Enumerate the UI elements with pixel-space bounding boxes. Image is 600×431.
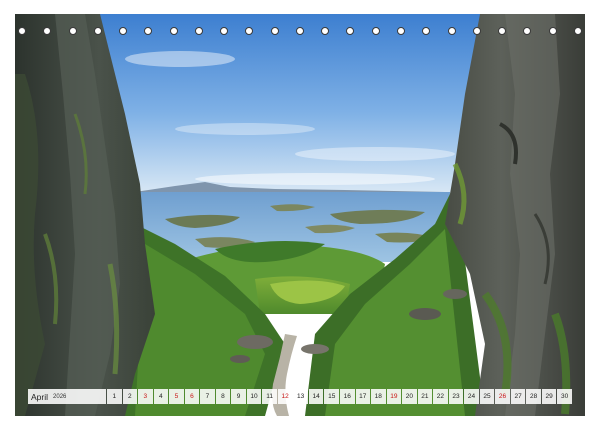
binding-ring — [295, 27, 304, 35]
day-cell: 7 — [200, 389, 215, 404]
binding-ring — [548, 27, 557, 35]
landscape-illustration — [15, 14, 585, 416]
day-cell: 5 — [169, 389, 184, 404]
day-cell: 27 — [510, 389, 526, 404]
day-cell: 14 — [308, 389, 324, 404]
binding-ring — [396, 27, 405, 35]
day-cell: 11 — [262, 389, 277, 404]
binding-ring — [346, 27, 355, 35]
month-name: April — [31, 391, 49, 402]
day-cell: 8 — [215, 389, 231, 404]
binding-ring — [194, 27, 203, 35]
binding-ring — [18, 27, 26, 35]
binding-ring — [321, 27, 330, 35]
day-cell: 3 — [138, 389, 153, 404]
binding-ring — [220, 27, 229, 35]
day-cell: 6 — [184, 389, 200, 404]
binding-ring — [523, 27, 532, 35]
calendar-page: April 2026 1 2 3 4 5 6 7 8 9 10 11 12 13 14 15 16 17 18 19… — [0, 0, 600, 431]
binding-ring — [472, 27, 481, 35]
day-cell: 10 — [246, 389, 262, 404]
day-cell: 21 — [417, 389, 433, 404]
month-label-cell: April 2026 — [28, 389, 106, 404]
binding-ring — [245, 27, 254, 35]
day-cell: 15 — [324, 389, 339, 404]
binding-ring — [169, 27, 178, 35]
binding-ring — [573, 27, 582, 35]
day-cell: 1 — [107, 389, 122, 404]
day-cell: 28 — [526, 389, 541, 404]
binding-ring — [422, 27, 431, 35]
binding-ring — [371, 27, 380, 35]
day-cell: 30 — [557, 389, 572, 404]
binding-ring — [144, 27, 153, 35]
calendar-strip: April 2026 1 2 3 4 5 6 7 8 9 10 11 12 13 14 15 16 17 18 19… — [28, 389, 572, 404]
day-cell: 2 — [122, 389, 138, 404]
binding-ring — [447, 27, 456, 35]
day-cell: 9 — [231, 389, 246, 404]
spiral-binding — [18, 24, 582, 38]
day-cell: 26 — [495, 389, 510, 404]
day-cell: 29 — [541, 389, 557, 404]
binding-ring — [270, 27, 279, 35]
day-cell: 22 — [433, 389, 448, 404]
day-cell: 16 — [339, 389, 355, 404]
binding-ring — [43, 27, 52, 35]
day-cell: 19 — [386, 389, 402, 404]
day-cell: 18 — [371, 389, 386, 404]
day-cell: 4 — [153, 389, 169, 404]
binding-ring — [93, 27, 102, 35]
day-cell: 24 — [464, 389, 479, 404]
landscape-photo — [15, 14, 585, 416]
day-cell: 23 — [448, 389, 464, 404]
binding-ring — [68, 27, 77, 35]
day-cell: 13 — [293, 389, 308, 404]
day-cell: 17 — [355, 389, 371, 404]
year-label: 2026 — [53, 393, 67, 400]
day-cell: 20 — [402, 389, 417, 404]
day-cell: 12 — [277, 389, 293, 404]
day-cell: 25 — [479, 389, 495, 404]
binding-ring — [498, 27, 507, 35]
binding-ring — [119, 27, 128, 35]
